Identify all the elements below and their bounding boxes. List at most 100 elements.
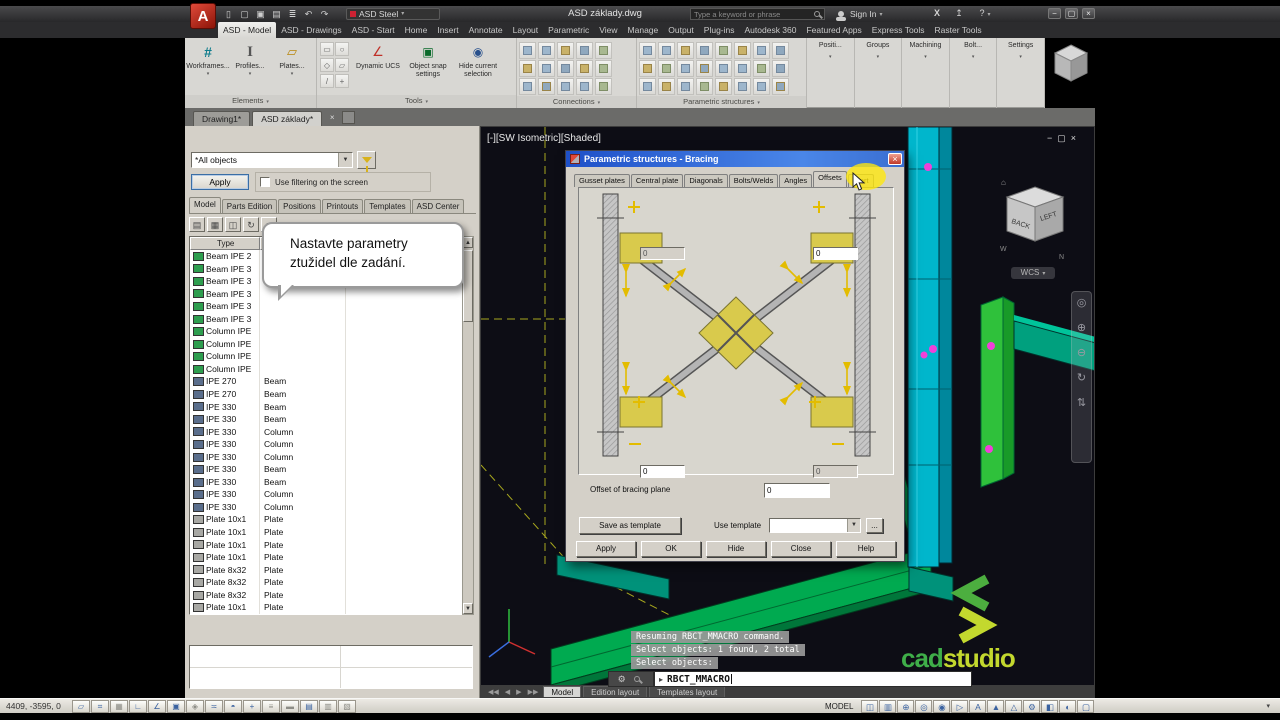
offset-plane-input[interactable]	[764, 483, 830, 498]
parametric-structure-icon[interactable]	[677, 42, 694, 59]
prev-tab-icon[interactable]: ◀	[505, 688, 510, 696]
connection-icon[interactable]	[519, 78, 536, 95]
ribbon-tab[interactable]: Parametric	[543, 22, 594, 38]
palette-tab[interactable]: Templates	[364, 199, 411, 213]
ribbon-tab[interactable]: Output	[663, 22, 699, 38]
ribbon-tab[interactable]: Featured Apps	[801, 22, 866, 38]
parametric-structure-icon[interactable]	[753, 78, 770, 95]
dialog-button[interactable]: OK	[641, 541, 701, 557]
palette-tab[interactable]: Printouts	[321, 199, 364, 213]
search-input[interactable]	[691, 9, 814, 19]
parametric-structure-icon[interactable]	[658, 42, 675, 59]
ribbon-tab[interactable]: Insert	[432, 22, 463, 38]
table-row[interactable]: IPE 330 Column	[190, 425, 461, 439]
ribbon-button[interactable]: Hide current selection	[453, 40, 503, 79]
status-toggle[interactable]: ∠	[148, 699, 166, 713]
status-toggle[interactable]: ▣	[167, 699, 185, 713]
ribbon-tab[interactable]: Plug-ins	[699, 22, 740, 38]
ribbon-button[interactable]: Object snap settings	[403, 40, 453, 79]
ribbon-dropdown-button[interactable]: Positi... ▾	[807, 38, 854, 108]
palette-tab[interactable]: ASD Center	[411, 199, 465, 213]
ribbon-tab[interactable]: Layout	[508, 22, 544, 38]
qat-icon[interactable]: ▣	[254, 8, 267, 20]
ribbon-tab[interactable]: ASD - Drawings	[276, 22, 346, 38]
ribbon-tab[interactable]: ASD - Model	[218, 22, 277, 38]
file-tab[interactable]: ASD základy*	[252, 111, 323, 126]
navigation-tool-icon[interactable]: ⊖	[1077, 348, 1086, 359]
palette-toolbar-icon[interactable]: ◫	[225, 217, 241, 232]
table-row[interactable]: IPE 330 Beam	[190, 463, 461, 476]
qat-icon[interactable]: ▯	[222, 8, 235, 20]
status-icon[interactable]: ◫	[861, 699, 879, 713]
table-row[interactable]: IPE 330 Column	[190, 500, 461, 514]
table-row[interactable]: Column IPE	[190, 337, 461, 351]
dialog-close-button[interactable]: ×	[888, 153, 902, 165]
status-icon[interactable]: △	[1005, 699, 1023, 713]
parametric-structure-icon[interactable]	[772, 42, 789, 59]
panel-label-elements[interactable]: Elements	[185, 95, 316, 108]
wcs-menu[interactable]: WCS	[1011, 267, 1055, 279]
navigation-tool-icon[interactable]: ⊕	[1077, 323, 1086, 334]
status-icon[interactable]: ⚙	[1023, 699, 1041, 713]
table-row[interactable]: Plate 8x32 Plate	[190, 563, 461, 577]
use-filtering-checkbox[interactable]	[260, 177, 270, 187]
parametric-structure-icon[interactable]	[696, 60, 713, 77]
palette-tab[interactable]: Parts Edition	[221, 199, 278, 213]
table-row[interactable]: Beam IPE 3	[190, 287, 461, 301]
navigation-tool-icon[interactable]: ⇅	[1077, 398, 1086, 409]
connection-icon[interactable]	[595, 42, 612, 59]
status-toggle[interactable]: ▥	[319, 699, 337, 713]
window-button[interactable]: ×	[1082, 8, 1095, 19]
chevron-down-icon[interactable]: ▼	[847, 519, 860, 532]
status-toggle[interactable]: ◈	[186, 699, 204, 713]
connection-icon[interactable]	[538, 60, 555, 77]
status-toggle[interactable]: +	[243, 699, 261, 713]
workspace-dropdown[interactable]: ASD Steel	[346, 8, 440, 20]
palette-toolbar-icon[interactable]: ↻	[243, 217, 259, 232]
dialog-button[interactable]: Close	[771, 541, 831, 557]
status-toggle[interactable]: ⌗	[91, 699, 109, 713]
qat-icon[interactable]: ▢	[238, 8, 251, 20]
new-drawing-button[interactable]	[342, 111, 356, 124]
connection-icon[interactable]	[557, 78, 574, 95]
ribbon-dropdown-button[interactable]: Bolt... ▾	[950, 38, 997, 108]
table-row[interactable]: Beam IPE 3	[190, 312, 461, 326]
parametric-structure-icon[interactable]	[639, 78, 656, 95]
status-toggle[interactable]: ▬	[281, 699, 299, 713]
scroll-down-icon[interactable]	[463, 603, 473, 614]
application-menu-button[interactable]: A	[190, 3, 216, 29]
parametric-structure-icon[interactable]	[677, 60, 694, 77]
offset-top-right-input[interactable]	[813, 247, 858, 260]
ribbon-tab[interactable]: Raster Tools	[930, 22, 987, 38]
tool-icon[interactable]: /	[320, 74, 334, 88]
parametric-structure-icon[interactable]	[734, 60, 751, 77]
connection-icon[interactable]	[595, 78, 612, 95]
navigation-tool-icon[interactable]: ◎	[1077, 298, 1087, 309]
status-toggle[interactable]: ▱	[72, 699, 90, 713]
apply-button[interactable]: Apply	[191, 174, 249, 190]
status-icon[interactable]: ▲	[987, 699, 1005, 713]
viewport-window-button[interactable]: ×	[1071, 133, 1076, 144]
status-icon[interactable]: ▢	[1077, 699, 1095, 713]
window-button[interactable]: −	[1048, 8, 1061, 19]
layout-tab[interactable]: Model	[543, 686, 582, 697]
dialog-tab[interactable]: Angles	[779, 174, 813, 187]
parametric-structure-icon[interactable]	[696, 42, 713, 59]
table-row[interactable]: Plate 10x1 Plate	[190, 601, 461, 614]
table-row[interactable]: IPE 330 Column	[190, 450, 461, 464]
qat-icon[interactable]: ↷	[318, 8, 331, 20]
connection-icon[interactable]	[538, 78, 555, 95]
status-toggle[interactable]: ▧	[338, 699, 356, 713]
parametric-structure-icon[interactable]	[753, 42, 770, 59]
qat-icon[interactable]: ▤	[270, 8, 283, 20]
status-toggle[interactable]: ≡	[262, 699, 280, 713]
column-header-type[interactable]: Type	[190, 237, 260, 250]
parametric-structure-icon[interactable]	[658, 60, 675, 77]
status-icon[interactable]: ◐	[1059, 699, 1077, 713]
ribbon-tab[interactable]: Home	[400, 22, 433, 38]
dialog-tab[interactable]: Diagonals	[684, 174, 728, 187]
status-icon[interactable]: ◉	[933, 699, 951, 713]
ribbon-dropdown-button[interactable]: Groups ▾	[855, 38, 902, 108]
parametric-structure-icon[interactable]	[734, 78, 751, 95]
tool-icon[interactable]: ◇	[320, 58, 334, 72]
